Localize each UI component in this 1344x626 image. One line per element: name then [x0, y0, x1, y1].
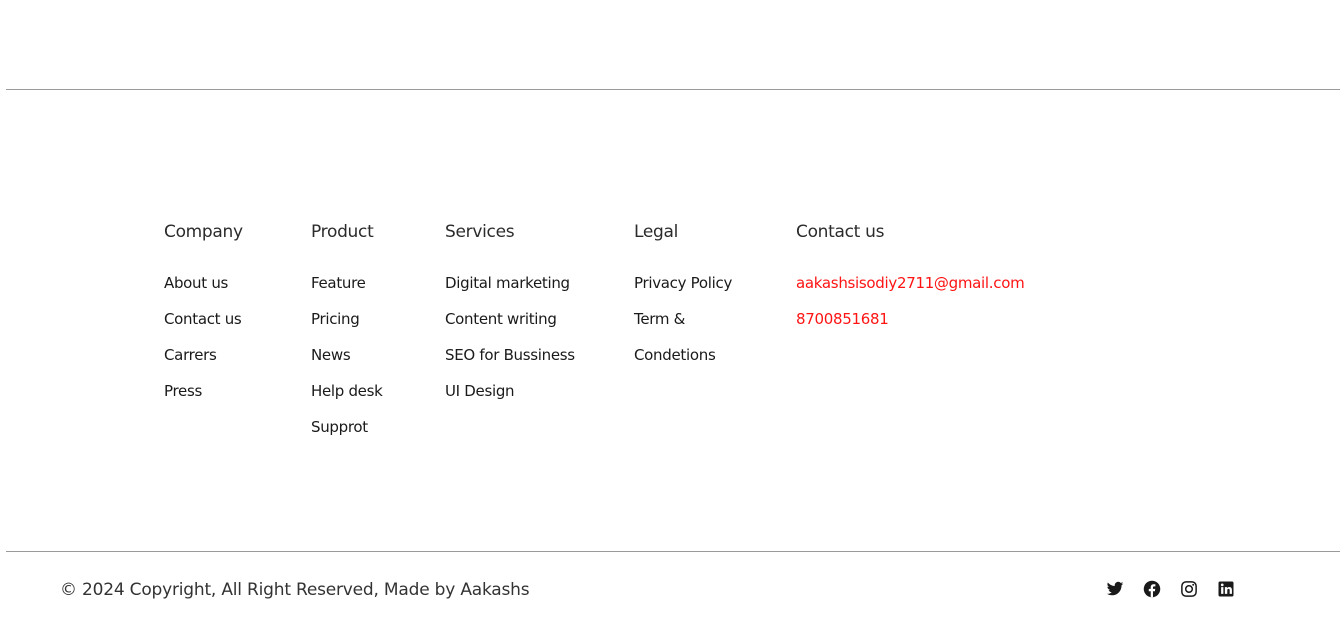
footer-link-help-desk[interactable]: Help desk: [311, 373, 383, 409]
linkedin-icon[interactable]: [1217, 580, 1235, 598]
footer-column-product: Product Feature Pricing News Help desk S…: [311, 221, 383, 454]
footer-link-feature[interactable]: Feature: [311, 265, 383, 301]
footer-column-company: Company About us Contact us Carrers Pres…: [164, 221, 243, 418]
top-divider: [6, 89, 1340, 90]
footer-link-terms-line-1[interactable]: Term &: [634, 301, 732, 337]
footer-column-contact: Contact us aakashsisodiy2711@gmail.com 8…: [796, 221, 1025, 346]
copyright-text: © 2024 Copyright, All Right Reserved, Ma…: [60, 580, 530, 600]
contact-phone-link[interactable]: 8700851681: [796, 301, 1024, 337]
footer-link-terms-line-2[interactable]: Condetions: [634, 337, 732, 373]
footer-heading-services: Services: [445, 222, 515, 242]
footer-link-digital-marketing[interactable]: Digital marketing: [445, 265, 575, 301]
footer-heading-company: Company: [164, 222, 243, 242]
footer-heading-product: Product: [311, 222, 374, 242]
footer-link-support[interactable]: Supprot: [311, 409, 383, 445]
footer-column-services: Services Digital marketing Content writi…: [445, 221, 575, 418]
footer-link-press[interactable]: Press: [164, 373, 243, 409]
instagram-icon[interactable]: [1180, 580, 1198, 598]
footer-column-legal: Legal Privacy Policy Term & Condetions: [634, 221, 732, 382]
footer-link-contact-us[interactable]: Contact us: [164, 301, 243, 337]
contact-email-link[interactable]: aakashsisodiy2711@gmail.com: [796, 265, 1025, 301]
twitter-icon[interactable]: [1106, 580, 1124, 598]
footer-heading-contact: Contact us: [796, 222, 885, 242]
facebook-icon[interactable]: [1143, 580, 1161, 598]
footer-link-news[interactable]: News: [311, 337, 383, 373]
footer-link-about-us[interactable]: About us: [164, 265, 243, 301]
footer-link-careers[interactable]: Carrers: [164, 337, 243, 373]
footer-heading-legal: Legal: [634, 222, 679, 242]
footer-link-seo[interactable]: SEO for Bussiness: [445, 337, 575, 373]
social-links: [1106, 580, 1235, 598]
footer-links: Company About us Contact us Carrers Pres…: [0, 221, 1344, 451]
footer-link-content-writing[interactable]: Content writing: [445, 301, 575, 337]
bottom-divider: [6, 551, 1340, 552]
footer-link-privacy-policy[interactable]: Privacy Policy: [634, 265, 732, 301]
footer-link-pricing[interactable]: Pricing: [311, 301, 383, 337]
footer-link-ui-design[interactable]: UI Design: [445, 373, 575, 409]
